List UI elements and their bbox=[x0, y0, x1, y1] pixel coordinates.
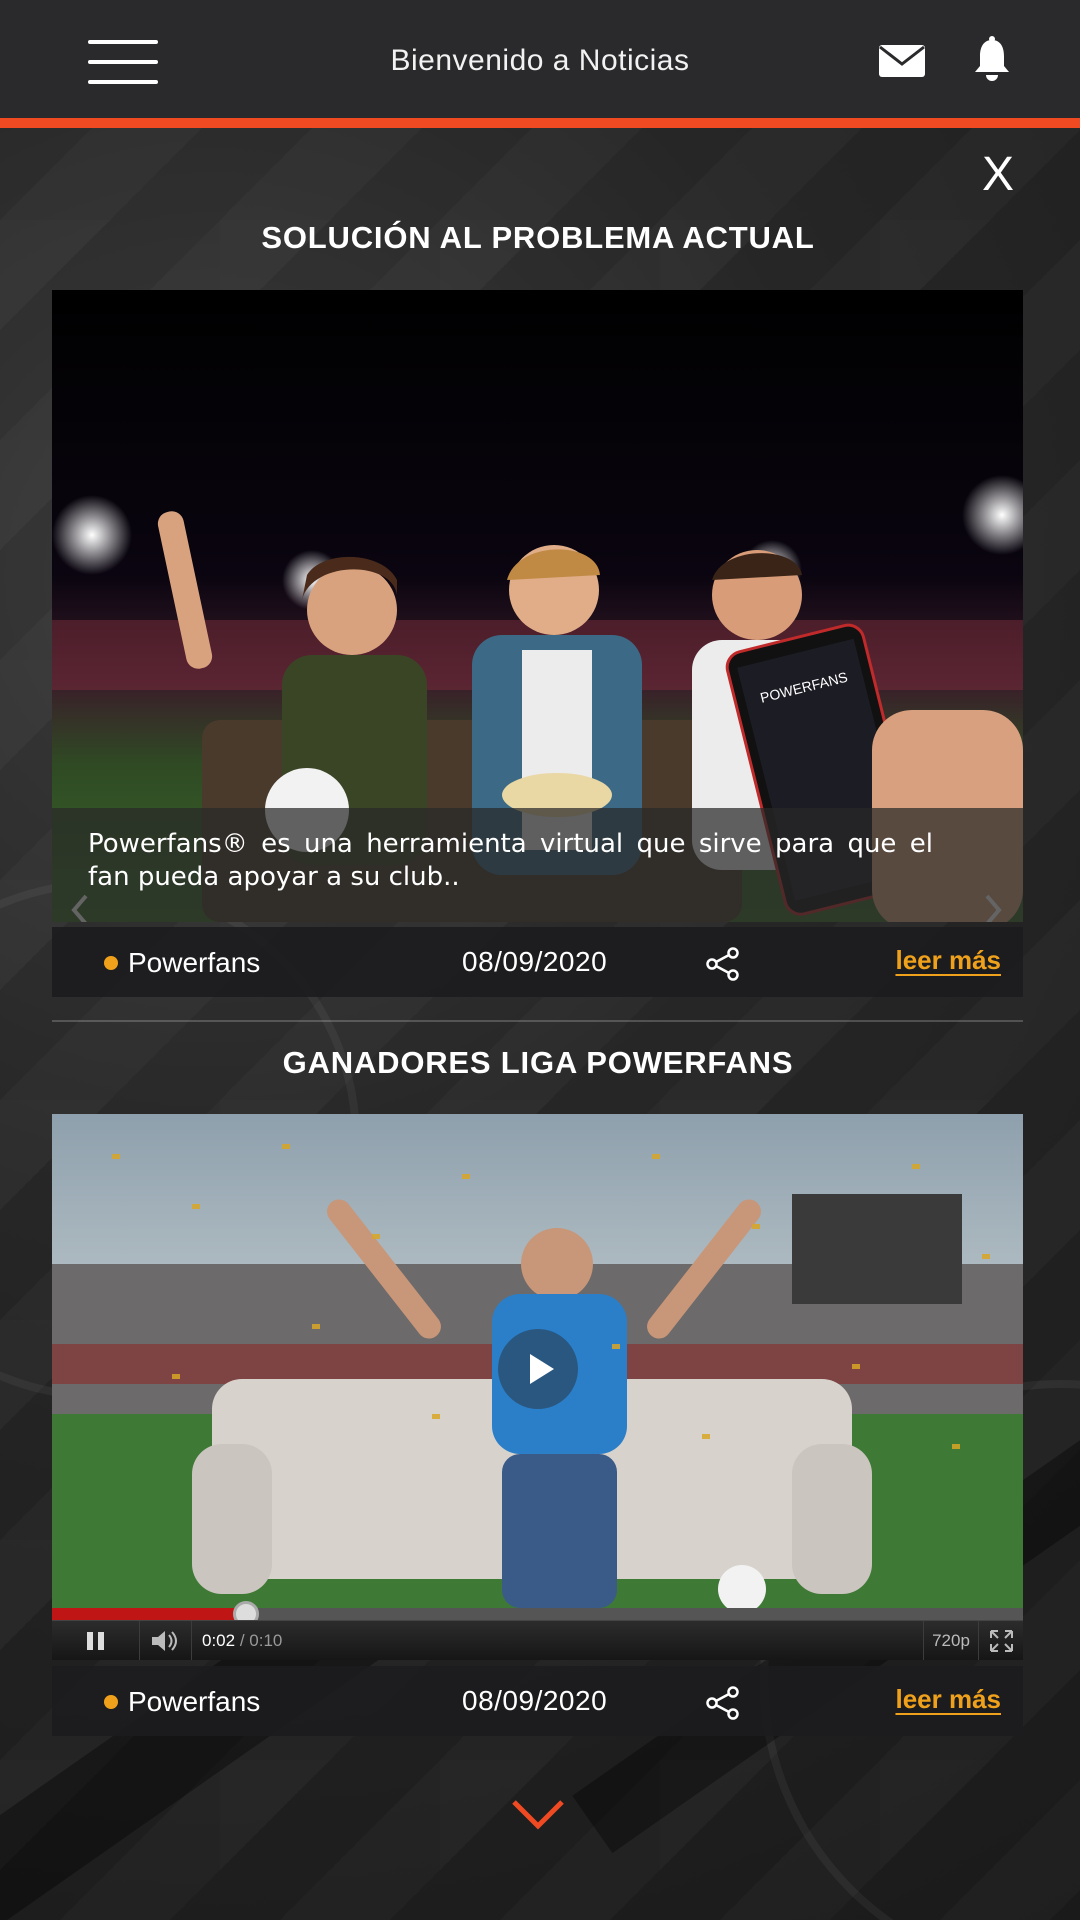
divider bbox=[52, 1020, 1023, 1022]
video-duration: 0:10 bbox=[249, 1631, 283, 1650]
source-dot bbox=[104, 1695, 118, 1709]
fullscreen-icon[interactable] bbox=[978, 1621, 1023, 1660]
video-time-separator: / bbox=[235, 1631, 250, 1650]
video-progress-fill bbox=[52, 1608, 247, 1620]
mail-icon[interactable] bbox=[878, 44, 926, 78]
share-icon[interactable] bbox=[705, 947, 741, 981]
header-accent-line bbox=[0, 118, 1080, 128]
play-icon[interactable] bbox=[498, 1329, 578, 1409]
read-more-link[interactable]: leer más bbox=[895, 1684, 1001, 1715]
news-date: 08/09/2020 bbox=[462, 946, 608, 977]
video-controls: 0:02 / 0:10 720p bbox=[52, 1620, 1023, 1660]
top-bar: Bienvenido a Noticias bbox=[0, 0, 1080, 118]
news-title: GANADORES LIGA POWERFANS bbox=[282, 1045, 794, 1080]
news-source: Powerfans bbox=[128, 1686, 261, 1717]
read-more-link[interactable]: leer más bbox=[895, 945, 1001, 976]
news-source: Powerfans bbox=[128, 947, 261, 978]
volume-icon[interactable] bbox=[140, 1621, 192, 1660]
video-current-time: 0:02 bbox=[202, 1631, 236, 1650]
video-player[interactable]: 0:02 / 0:10 720p bbox=[52, 1114, 1023, 1660]
source-dot bbox=[104, 956, 118, 970]
news-caption: Powerfans® es una herramienta virtual qu… bbox=[52, 808, 1023, 922]
pause-icon[interactable] bbox=[52, 1621, 140, 1660]
news-footer: Powerfans 08/09/2020 leer más bbox=[52, 927, 1023, 997]
share-icon[interactable] bbox=[705, 1686, 741, 1720]
news-title: SOLUCIÓN AL PROBLEMA ACTUAL bbox=[261, 220, 815, 255]
video-time: 0:02 / 0:10 bbox=[202, 1631, 282, 1651]
close-button[interactable]: X bbox=[975, 148, 1021, 202]
menu-icon[interactable] bbox=[88, 40, 158, 84]
chevron-down-icon[interactable] bbox=[510, 1798, 566, 1832]
news-image-carousel: POWERFANS Powerfans® es una herramienta … bbox=[52, 290, 1023, 922]
news-date: 08/09/2020 bbox=[462, 1685, 608, 1716]
video-progress-bar[interactable] bbox=[52, 1601, 1023, 1627]
video-quality[interactable]: 720p bbox=[923, 1621, 978, 1660]
bell-icon[interactable] bbox=[972, 36, 1012, 82]
page-title: Bienvenido a Noticias bbox=[390, 44, 690, 77]
news-footer: Powerfans 08/09/2020 leer más bbox=[52, 1666, 1023, 1736]
